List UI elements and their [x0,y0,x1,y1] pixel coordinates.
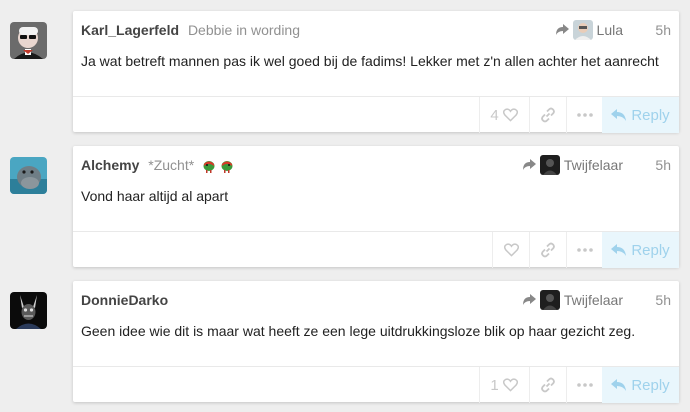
reply-to-username: Twijfelaar [563,292,623,308]
reply-to-avatar [572,20,593,40]
avatar-karl-lagerfeld[interactable] [10,22,47,59]
parrot-emoji-icon [221,161,233,173]
user-title: Debbie in wording [187,22,301,38]
more-icon [576,383,593,387]
heart-icon [503,243,519,257]
more-icon [576,113,593,117]
reply-to-avatar [539,290,560,310]
link-icon [541,377,555,393]
reply-label: Reply [631,106,670,124]
post-body: Ja wat betreft mannen pas ik wel goed bi… [81,53,659,69]
post-card: DonnieDarko Twijfelaar 5h Geen idee wie … [73,281,679,403]
avatar-alchemy[interactable] [10,157,47,194]
like-button[interactable]: 4 [480,97,528,133]
post-body: Vond haar altijd al apart [81,188,229,204]
post-date[interactable]: 5h [655,21,671,39]
reply-button[interactable]: Reply [602,97,679,133]
post-actions: 1 Reply [73,366,679,403]
username[interactable]: Alchemy [81,157,139,173]
post-card: Karl_Lagerfeld Debbie in wording Lula 5h… [73,11,679,133]
like-count: 4 [490,106,499,124]
more-button[interactable] [567,367,602,403]
reply-button[interactable]: Reply [602,232,679,268]
heart-icon [502,108,518,122]
link-icon [541,242,555,258]
avatar-donniedarko[interactable] [10,292,47,329]
username[interactable]: DonnieDarko [81,292,168,308]
reply-to-username: Twijfelaar [563,157,623,173]
link-icon [541,107,555,123]
reply-arrow-icon [522,159,536,170]
share-link-button[interactable] [530,232,566,268]
post-date[interactable]: 5h [655,156,671,174]
reply-to-username: Lula [596,22,623,38]
post-date[interactable]: 5h [655,291,671,309]
like-button[interactable]: 1 [480,367,528,403]
more-button[interactable] [567,97,602,133]
reply-label: Reply [631,376,670,394]
reply-label: Reply [631,241,670,259]
reply-to-avatar [539,155,560,175]
reply-arrow-icon [555,24,569,35]
reply-to-tab[interactable]: Twijfelaar [522,154,623,176]
share-link-button[interactable] [530,97,566,133]
reply-icon [611,243,627,256]
post-body: Geen idee wie dit is maar wat heeft ze e… [81,323,636,339]
like-button[interactable] [493,232,529,268]
reply-to-tab[interactable]: Twijfelaar [522,289,623,311]
username[interactable]: Karl_Lagerfeld [81,22,179,38]
parrot-emoji-icon [203,161,215,173]
more-icon [576,248,593,252]
post-header: Alchemy *Zucht* Twijfelaar 5h [81,154,671,176]
post-header: Karl_Lagerfeld Debbie in wording Lula 5h [81,19,671,41]
reply-to-tab[interactable]: Lula [555,19,623,41]
reply-button[interactable]: Reply [602,367,679,403]
reply-arrow-icon [522,294,536,305]
reply-icon [611,108,627,121]
share-link-button[interactable] [530,367,566,403]
post-card: Alchemy *Zucht* Twijfelaar 5h Vond haar … [73,146,679,268]
like-count: 1 [490,376,499,394]
post-header: DonnieDarko Twijfelaar 5h [81,289,671,311]
user-title: *Zucht* [148,157,195,173]
heart-icon [502,378,518,392]
reply-icon [611,378,627,391]
post-actions: Reply [73,231,679,268]
post-actions: 4 Reply [73,96,679,133]
more-button[interactable] [567,232,602,268]
